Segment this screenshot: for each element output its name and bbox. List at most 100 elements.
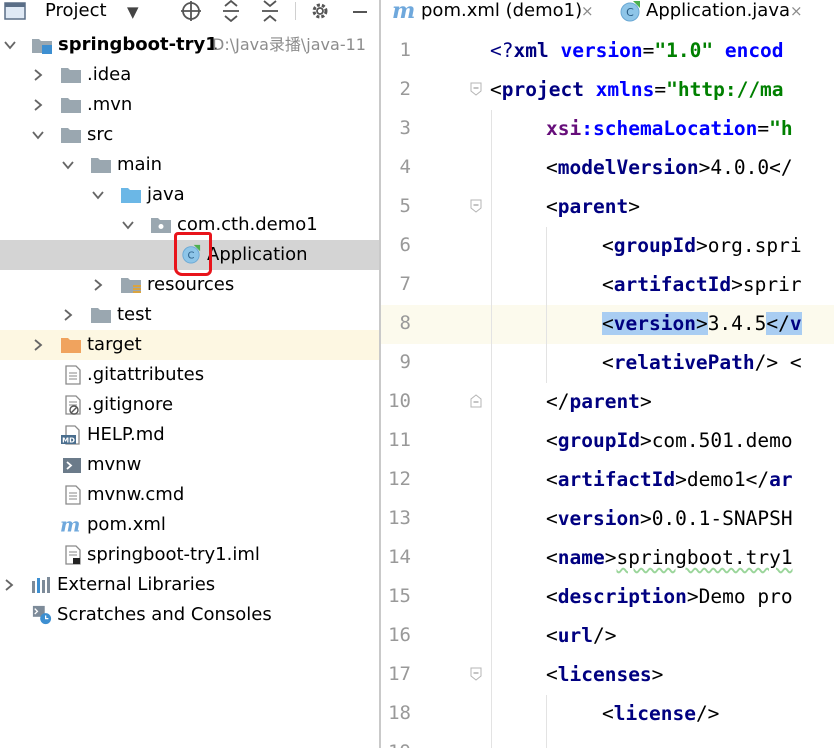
locate-icon[interactable] xyxy=(180,0,202,22)
code-token: : xyxy=(581,117,593,140)
tree-item-label: External Libraries xyxy=(57,574,216,595)
project-view-title[interactable]: Project xyxy=(45,0,107,22)
code-token: org.spri xyxy=(707,234,802,257)
markdown-file-icon: MD xyxy=(61,425,80,445)
shell-script-icon xyxy=(63,458,81,473)
code-line-18: <license/> xyxy=(602,702,720,725)
package-icon xyxy=(151,218,171,233)
folder-icon xyxy=(61,68,81,83)
tree-item-main[interactable]: main xyxy=(0,150,379,180)
tree-item-springboot-try1[interactable]: springboot-try1 D:\Java录播\java-11 xyxy=(0,30,379,60)
tree-item-application[interactable]: C Application xyxy=(0,240,379,270)
chevron-right-icon[interactable] xyxy=(32,99,44,111)
line-number: 18 xyxy=(388,702,411,724)
minimize-icon[interactable] xyxy=(349,0,371,22)
libraries-icon xyxy=(32,577,50,593)
tree-item-mvnw[interactable]: mvnw xyxy=(0,450,379,480)
tree-item-label: Scratches and Consoles xyxy=(57,604,272,625)
chevron-down-icon[interactable] xyxy=(4,39,16,51)
svg-text:m: m xyxy=(392,0,415,22)
tree-item-iml[interactable]: springboot-try1.iml xyxy=(0,540,379,570)
code-line-7: <artifactId>sprir xyxy=(602,273,802,296)
folder-icon xyxy=(61,128,81,143)
tree-item-package[interactable]: com.cth.demo1 xyxy=(0,210,379,240)
chevron-down-icon[interactable] xyxy=(122,219,134,231)
indent-guide xyxy=(546,227,547,383)
chevron-down-icon[interactable]: ▼ xyxy=(127,3,139,21)
tree-item-label: java xyxy=(147,184,185,205)
tree-item-label: src xyxy=(87,124,114,145)
tree-item-test[interactable]: test xyxy=(0,300,379,330)
code-line-12: <artifactId>demo1</ar xyxy=(546,468,793,491)
code-token: schemaLocation xyxy=(592,117,758,140)
tree-item-gitignore[interactable]: .gitignore xyxy=(0,390,379,420)
line-number: 13 xyxy=(388,507,411,529)
fold-marker-icon[interactable] xyxy=(470,199,482,213)
chevron-right-icon[interactable] xyxy=(3,579,15,591)
code-line-3: xsi:schemaLocation="h xyxy=(546,109,793,148)
close-icon[interactable]: × xyxy=(581,0,594,22)
header-separator xyxy=(295,2,296,20)
code-token: <? xyxy=(490,39,514,62)
chevron-right-icon[interactable] xyxy=(32,339,44,351)
code-token: < xyxy=(490,78,502,101)
tree-item-pom-xml[interactable]: m pom.xml xyxy=(0,510,379,540)
chevron-right-icon[interactable] xyxy=(32,69,44,81)
code-token: Demo pro xyxy=(698,585,793,608)
tab-pom-xml[interactable]: m pom.xml (demo1) × xyxy=(381,0,609,24)
gear-icon[interactable] xyxy=(309,0,331,22)
code-line-14: <name>springboot.try1 xyxy=(546,546,793,569)
expand-all-icon[interactable] xyxy=(220,0,242,22)
code-token: springboot.try1 xyxy=(616,546,793,569)
tree-item-gitattributes[interactable]: .gitattributes xyxy=(0,360,379,390)
line-number: 3 xyxy=(399,117,411,139)
code-token: url xyxy=(557,624,593,647)
folder-icon xyxy=(91,308,111,323)
tab-application-java[interactable]: C Application.java × xyxy=(609,0,834,23)
svg-text:C: C xyxy=(626,6,634,19)
close-icon[interactable]: × xyxy=(790,0,803,22)
fold-marker-icon[interactable] xyxy=(470,394,482,408)
maven-icon: m xyxy=(392,0,415,22)
code-token: groupId xyxy=(557,429,640,452)
line-number: 8 xyxy=(399,312,411,334)
line-number: 7 xyxy=(399,273,411,295)
tree-item-idea[interactable]: .idea xyxy=(0,60,379,90)
code-token: 3.4.5 xyxy=(707,312,767,335)
chevron-right-icon[interactable] xyxy=(62,309,74,321)
line-number: 10 xyxy=(388,390,411,412)
spring-boot-class-icon: C xyxy=(620,1,640,22)
tree-item-java[interactable]: java xyxy=(0,180,379,210)
chevron-down-icon[interactable] xyxy=(62,159,74,171)
chevron-down-icon[interactable] xyxy=(32,129,44,141)
tree-item-label: main xyxy=(117,154,162,175)
svg-text:m: m xyxy=(60,515,80,535)
chevron-down-icon[interactable] xyxy=(92,189,104,201)
code-token: = xyxy=(654,78,667,101)
tree-item-help-md[interactable]: MD HELP.md xyxy=(0,420,379,450)
tree-item-external-libraries[interactable]: External Libraries xyxy=(0,570,379,600)
excluded-folder-icon xyxy=(61,338,81,353)
tree-item-label: mvnw xyxy=(87,454,142,475)
collapse-all-icon[interactable] xyxy=(259,0,281,22)
tree-item-mvn[interactable]: .mvn xyxy=(0,90,379,120)
project-window-icon[interactable] xyxy=(2,1,28,21)
chevron-right-icon[interactable] xyxy=(92,279,104,291)
fold-marker-icon[interactable] xyxy=(470,82,482,96)
project-header: Project ▼ xyxy=(0,0,379,24)
tree-item-resources[interactable]: resources xyxy=(0,270,379,300)
source-folder-icon xyxy=(121,188,141,203)
tree-item-mvnw-cmd[interactable]: mvnw.cmd xyxy=(0,480,379,510)
line-number: 4 xyxy=(399,156,411,178)
code-line-4: <modelVersion>4.0.0</ xyxy=(546,156,793,179)
module-folder-icon xyxy=(32,39,52,54)
fold-marker-icon[interactable] xyxy=(470,667,482,681)
tree-item-scratches[interactable]: Scratches and Consoles xyxy=(0,600,379,630)
tree-item-target[interactable]: target xyxy=(0,330,379,360)
code-line-10: </parent> xyxy=(546,390,652,413)
tree-item-label: com.cth.demo1 xyxy=(177,214,318,235)
module-path: D:\Java录播\java-11 xyxy=(212,35,366,54)
code-token: com.501.demo xyxy=(651,429,793,452)
tree-item-src[interactable]: src xyxy=(0,120,379,150)
scratches-icon xyxy=(32,605,52,625)
